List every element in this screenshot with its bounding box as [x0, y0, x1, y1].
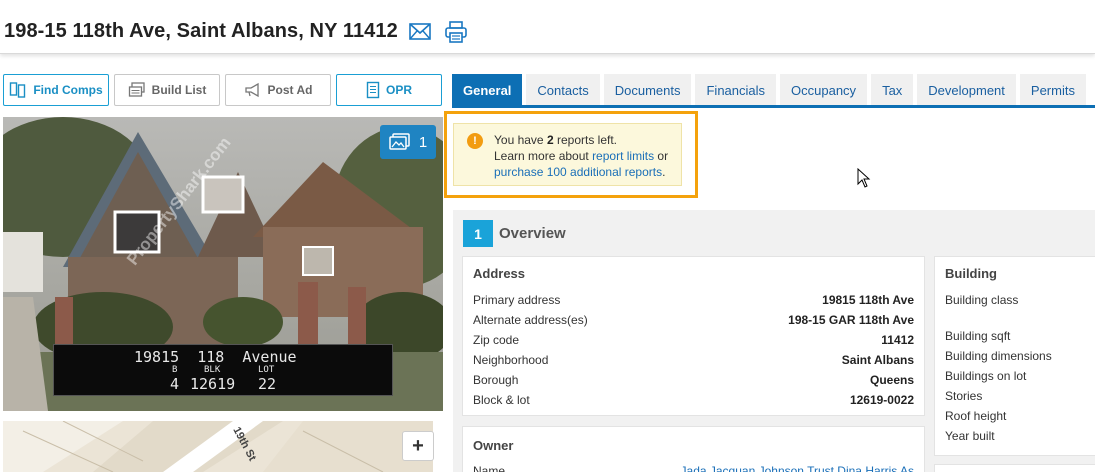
building-label: Stories [945, 389, 983, 403]
property-tabs: General Contacts Documents Financials Oc… [452, 74, 1086, 106]
notice-text: . [662, 165, 666, 179]
caption-num3: 22 [258, 375, 277, 393]
address-label: Primary address [473, 293, 561, 307]
address-label: Zip code [473, 333, 520, 347]
tab-permits[interactable]: Permits [1019, 74, 1086, 106]
property-photo[interactable]: PropertyShark.com 19815 118 Avenue B BLK… [3, 117, 443, 411]
build-list-label: Build List [151, 83, 207, 97]
report-limits-link[interactable]: report limits [592, 149, 654, 163]
megaphone-icon [244, 82, 259, 98]
section-number: 1 [463, 220, 493, 247]
page-title: 198-15 118th Ave, Saint Albans, NY 11412 [4, 20, 398, 42]
opr-label: OPR [385, 83, 412, 97]
address-card [462, 256, 925, 416]
address-value: 19815 118th Ave [822, 293, 914, 307]
next-card [934, 464, 1095, 472]
owner-name-link[interactable]: Jada Jacquan Johnson Trust Dina Harris A… [681, 464, 914, 472]
tab-development[interactable]: Development [917, 74, 1016, 106]
tab-contacts[interactable]: Contacts [526, 74, 600, 106]
building-label: Building dimensions [945, 349, 1052, 363]
map-zoom-in-button[interactable]: + [402, 431, 434, 461]
tab-occupancy[interactable]: Occupancy [780, 74, 868, 106]
page-header: 198-15 118th Ave, Saint Albans, NY 11412 [0, 0, 1095, 54]
notice-line-1: You have 2 reports left. [494, 132, 675, 148]
document-icon [366, 81, 380, 99]
tab-documents[interactable]: Documents [603, 74, 692, 106]
address-heading: Address [473, 266, 526, 281]
owner-heading: Owner [473, 438, 514, 453]
notice-line-3: purchase 100 additional reports. [494, 164, 675, 180]
purchase-reports-link[interactable]: purchase 100 additional reports [494, 165, 662, 179]
building-label: Year built [945, 429, 995, 443]
photo-caption: 19815 118 Avenue B BLK LOT 4 12619 22 [53, 344, 393, 396]
build-list-button[interactable]: Build List [114, 74, 220, 106]
building-label: Roof height [945, 409, 1007, 423]
caption-num2: 12619 [190, 375, 236, 393]
photo-gallery-button[interactable]: 1 [380, 125, 436, 159]
address-label: Neighborhood [473, 353, 549, 367]
address-value: Queens [869, 373, 914, 387]
mouse-cursor-icon [857, 168, 871, 188]
owner-name-label: Name [473, 464, 506, 472]
notice-text: or [654, 149, 669, 163]
caption-blk: BLK [204, 365, 221, 375]
section-title: Overview [499, 225, 566, 242]
list-icon [128, 82, 145, 97]
building-label: Building sqft [945, 329, 1011, 343]
find-comps-label: Find Comps [33, 83, 103, 97]
address-value: 198-15 GAR 118th Ave [788, 313, 914, 327]
notice-text: Learn more about [494, 149, 593, 163]
address-value: 11412 [881, 333, 914, 347]
building-label: Buildings on lot [945, 369, 1027, 383]
caption-b: B [172, 365, 178, 375]
post-ad-button[interactable]: Post Ad [225, 74, 331, 106]
find-comps-button[interactable]: Find Comps [3, 74, 109, 106]
reports-count: 2 [546, 133, 554, 147]
caption-lot: LOT [258, 365, 275, 375]
compare-icon [10, 82, 26, 98]
building-heading: Building [945, 266, 997, 281]
photo-count: 1 [418, 133, 428, 151]
address-value: Saint Albans [841, 353, 914, 367]
map-tiles [3, 421, 433, 472]
printer-icon[interactable] [444, 20, 468, 49]
tab-financials[interactable]: Financials [695, 74, 777, 106]
photos-icon [389, 133, 410, 150]
address-label: Alternate address(es) [473, 313, 588, 327]
address-label: Borough [473, 373, 519, 387]
notice-text: reports left. [553, 133, 617, 147]
notice-line-2: Learn more about report limits or [494, 148, 675, 164]
notice-text: You have [494, 133, 547, 147]
building-label: Building class [945, 293, 1019, 307]
caption-street: 19815 118 Avenue [134, 348, 297, 366]
post-ad-label: Post Ad [267, 83, 313, 97]
warning-icon: ! [467, 133, 483, 149]
property-map[interactable]: 19th St [3, 421, 433, 472]
caption-num1: 4 [170, 375, 180, 393]
property-page: 198-15 118th Ave, Saint Albans, NY 11412… [0, 0, 1095, 472]
address-label: Block & lot [473, 393, 530, 407]
envelope-icon[interactable] [409, 22, 431, 47]
address-value: 12619-0022 [849, 393, 914, 407]
reports-notice: ! You have 2 reports left. Learn more ab… [453, 123, 682, 186]
tab-general[interactable]: General [452, 74, 523, 106]
tab-tax[interactable]: Tax [871, 74, 914, 106]
opr-button[interactable]: OPR [336, 74, 442, 106]
tabs-underline [452, 105, 1095, 108]
